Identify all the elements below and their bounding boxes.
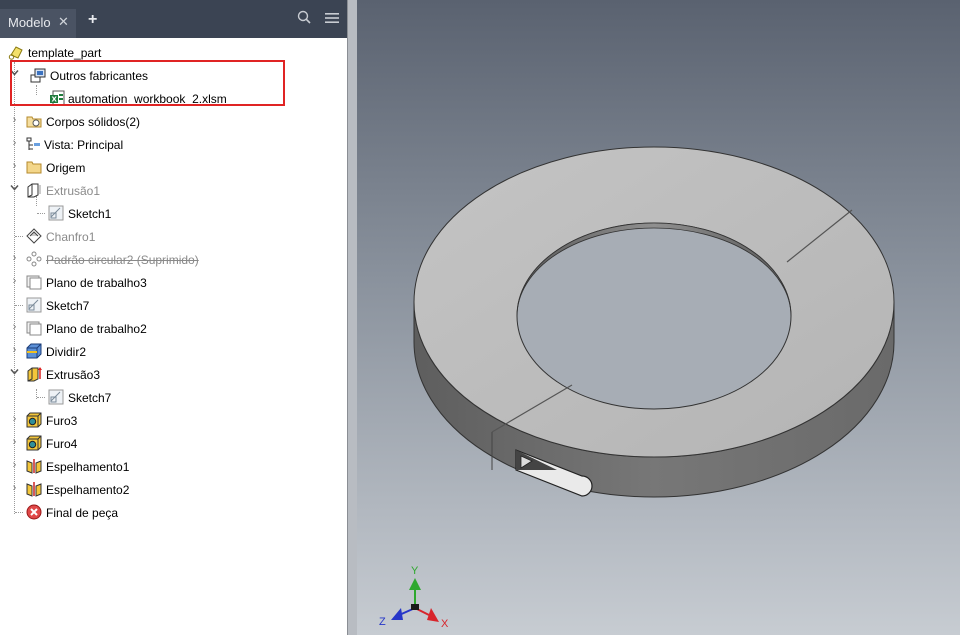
extrude-icon — [26, 366, 42, 382]
close-icon[interactable]: ✕ — [58, 14, 69, 30]
chevron-right-icon[interactable]: › — [10, 459, 19, 471]
tree-item-plano-trabalho2[interactable]: › Plano de trabalho2 — [0, 318, 330, 340]
tab-modelo-label: Modelo — [8, 15, 51, 30]
tree-item-label: Plano de trabalho3 — [46, 276, 147, 290]
tree-item-label: Furo3 — [46, 414, 78, 428]
axis-triad[interactable] — [391, 578, 439, 622]
tree-item-extrusao3[interactable]: Extrusão3 — [0, 364, 330, 386]
tree-item-corpos-solidos[interactable]: › Corpos sólidos(2) — [0, 111, 330, 133]
tree-item-extrusao1[interactable]: Extrusão1 — [0, 180, 330, 202]
tree-item-furo3[interactable]: › Furo3 — [0, 410, 330, 432]
work-plane-icon — [26, 320, 42, 336]
mirror-icon — [26, 458, 42, 474]
axis-z-label: Z — [379, 616, 386, 628]
tree-item-label: Extrusão1 — [46, 184, 101, 198]
tree-item-padrao-circular2[interactable]: › Padrão circular2 (Suprimido) — [0, 249, 330, 271]
chevron-right-icon[interactable]: › — [10, 413, 19, 425]
tree-item-vista-principal[interactable]: › Vista: Principal — [0, 134, 330, 156]
browser-tab-bar: Modelo ✕ + — [0, 0, 347, 38]
circular-pattern-icon — [26, 251, 42, 267]
tree-item-sketch7[interactable]: Sketch7 — [0, 295, 330, 317]
tree-item-label: Sketch7 — [46, 299, 90, 313]
part-model — [391, 146, 895, 622]
menu-icon[interactable] — [325, 11, 339, 28]
view-icon — [26, 136, 42, 152]
tree-item-label: Espelhamento2 — [46, 483, 130, 497]
chevron-right-icon[interactable]: › — [10, 160, 19, 172]
sketch-icon — [48, 205, 64, 221]
chevron-right-icon[interactable]: › — [10, 482, 19, 494]
tree-item-label: Origem — [46, 161, 86, 175]
add-tab-icon[interactable]: + — [88, 11, 97, 29]
extrude-icon — [26, 182, 42, 198]
tree-item-label: Espelhamento1 — [46, 460, 130, 474]
chevron-right-icon[interactable]: › — [10, 137, 19, 149]
chevron-right-icon[interactable]: › — [10, 321, 19, 333]
chevron-right-icon[interactable]: › — [10, 114, 19, 126]
folder-icon — [26, 159, 42, 175]
tree-item-label: Sketch1 — [68, 207, 112, 221]
axis-y-label: Y — [411, 565, 419, 577]
search-icon[interactable] — [297, 10, 311, 28]
tree-item-label: Extrusão3 — [46, 368, 101, 382]
tree-item-label: Plano de trabalho2 — [46, 322, 147, 336]
tree-item-label: template_part — [28, 46, 102, 60]
tree-item-label: Sketch7 — [68, 391, 112, 405]
tree-item-label: Furo4 — [46, 437, 78, 451]
tree-item-label: Chanfro1 — [46, 230, 96, 244]
chevron-right-icon[interactable]: › — [10, 344, 19, 356]
tree-item-sketch1[interactable]: Sketch1 — [0, 203, 330, 225]
chevron-down-icon[interactable] — [10, 183, 19, 195]
chevron-right-icon[interactable]: › — [10, 275, 19, 287]
tree-item-label: Vista: Principal — [44, 138, 124, 152]
tree-item-origem[interactable]: › Origem — [0, 157, 330, 179]
axis-x-label: X — [441, 618, 449, 630]
tree-item-chanfro1[interactable]: Chanfro1 — [0, 226, 330, 248]
tab-modelo[interactable]: Modelo ✕ — [0, 9, 76, 38]
part-icon — [8, 44, 24, 60]
hole-icon — [26, 435, 42, 451]
chevron-down-icon[interactable] — [10, 367, 19, 379]
graphics-viewport[interactable]: Y Z X — [357, 0, 960, 635]
tree-item-espelhamento2[interactable]: › Espelhamento2 — [0, 479, 330, 501]
tree-item-label: Corpos sólidos(2) — [46, 115, 141, 129]
end-of-part-icon — [26, 504, 42, 520]
model-browser-panel: Modelo ✕ + template_part Outros fabrican… — [0, 0, 347, 635]
chevron-right-icon[interactable]: › — [10, 252, 19, 264]
tree-item-final-de-peca[interactable]: Final de peça — [0, 502, 330, 524]
work-plane-icon — [26, 274, 42, 290]
sketch-icon — [48, 389, 64, 405]
tree-item-dividir2[interactable]: › Dividir2 — [0, 341, 330, 363]
tree-item-label: Dividir2 — [46, 345, 87, 359]
split-icon — [26, 343, 42, 359]
chevron-right-icon[interactable]: › — [10, 436, 19, 448]
tree-item-label: Final de peça — [46, 506, 119, 520]
tree-item-label: Padrão circular2 (Suprimido) — [46, 253, 199, 267]
tree-item-sketch7-child[interactable]: Sketch7 — [0, 387, 330, 409]
tree-item-espelhamento1[interactable]: › Espelhamento1 — [0, 456, 330, 478]
tree-item-furo4[interactable]: › Furo4 — [0, 433, 330, 455]
mirror-icon — [26, 481, 42, 497]
tree-item-plano-trabalho3[interactable]: › Plano de trabalho3 — [0, 272, 330, 294]
highlight-box — [10, 60, 285, 106]
sketch-icon — [26, 297, 42, 313]
chamfer-icon — [26, 228, 42, 244]
hole-icon — [26, 412, 42, 428]
solid-bodies-icon — [26, 113, 42, 129]
